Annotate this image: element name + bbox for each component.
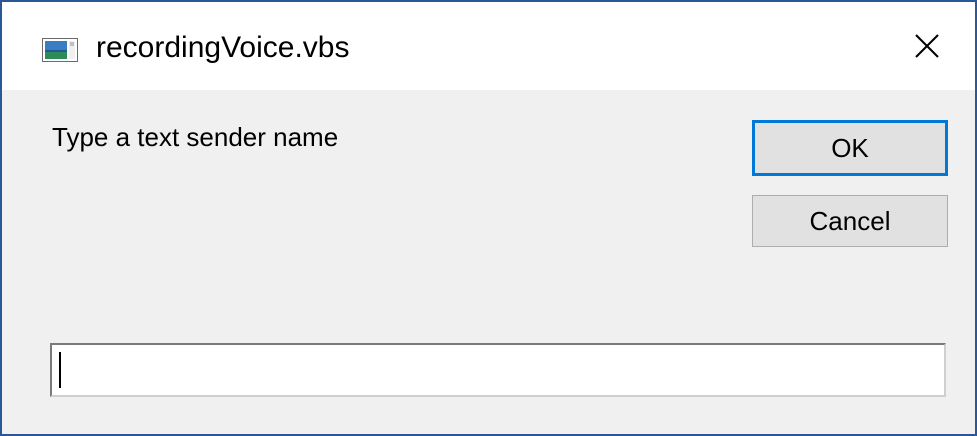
window-title: recordingVoice.vbs xyxy=(96,31,350,64)
close-button[interactable] xyxy=(897,22,957,74)
text-caret xyxy=(59,352,61,388)
title-bar[interactable]: recordingVoice.vbs xyxy=(2,2,975,90)
prompt-label: Type a text sender name xyxy=(52,122,339,152)
sender-name-input[interactable] xyxy=(50,343,946,397)
close-icon xyxy=(913,32,941,65)
ok-button[interactable]: OK xyxy=(752,120,948,176)
vbs-script-window-icon xyxy=(42,38,78,62)
cancel-button[interactable]: Cancel xyxy=(752,195,948,247)
